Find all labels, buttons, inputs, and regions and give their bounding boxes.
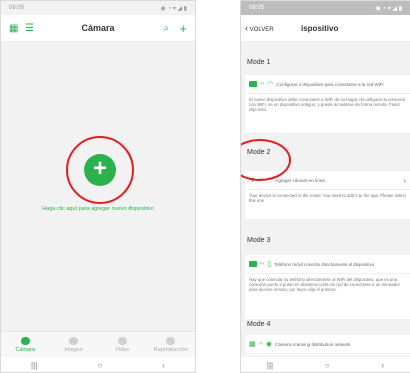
recents-button[interactable]: ||| — [31, 361, 37, 370]
back-label: VOLVER — [249, 27, 274, 33]
wifi-icon: ◠ — [267, 81, 274, 88]
camera-icon — [249, 261, 257, 267]
mode-2-description: Your device is connected to the router. … — [249, 193, 406, 203]
system-nav: ||| ○ ‹ — [241, 357, 410, 372]
mode-1-description: El nuevo dispositivo debe conectarse a W… — [249, 97, 406, 112]
nav-video[interactable]: Vídeo — [98, 332, 147, 358]
camera-lens-icon: ◉ — [265, 341, 273, 348]
nav-playback[interactable]: Reproducción — [147, 332, 196, 358]
phone-icon: ▯ — [267, 261, 272, 268]
link-icon: ∞ — [260, 81, 265, 87]
status-time: 08:05 — [249, 5, 265, 11]
chevron-left-icon: ‹ — [245, 23, 248, 33]
status-time: 08:05 — [9, 5, 25, 11]
back-button[interactable]: ‹ — [162, 361, 165, 370]
playback-icon — [166, 337, 176, 345]
camera-icon — [20, 337, 30, 345]
camera-screen: 08:05 ◉ ◔ ▾ ◢ ▮ ▦ ☰ Cámara ⌕ + + Haga cl… — [0, 0, 196, 373]
video-icon — [117, 337, 127, 345]
add-device-mode-screen: 08:05 ◉ ◔ ▾ ◢ ▮ ‹ VOLVER ispositivo Mode… — [240, 0, 410, 373]
qr-code-icon: ▦ — [249, 341, 256, 348]
mode-3-card[interactable]: ∞ ▯ Teléfono móvil conecta directamente … — [245, 255, 410, 319]
mode-1-card[interactable]: ∞ ◠ Configurar o dispositivo para conect… — [245, 75, 410, 133]
status-icons: ◉ ◔ ▾ ◢ ▮ — [160, 5, 187, 12]
mode-3-header: Mode 3 — [247, 237, 271, 244]
mode-1-header: Mode 1 — [247, 59, 271, 66]
mode-4-row[interactable]: ▦ ∞ ◉ Camera scanning distribution netwo… — [245, 335, 410, 354]
mode-4-card[interactable]: ▦ ∞ ◉ Camera scanning distribution netwo… — [245, 335, 410, 355]
home-button[interactable]: ○ — [97, 361, 102, 370]
page-title: ispositivo — [301, 23, 339, 33]
home-button[interactable]: ○ — [325, 361, 330, 370]
mode-4-header: Mode 4 — [247, 321, 271, 328]
system-nav: ||| ○ ‹ — [1, 357, 195, 372]
mode-3-row[interactable]: ∞ ▯ Teléfono móvil conecta directamente … — [245, 255, 410, 274]
app-bar: ‹ VOLVER ispositivo — [241, 15, 410, 42]
status-icons: ◉ ◔ ▾ ◢ ▮ — [375, 5, 402, 12]
camera-icon — [249, 81, 257, 87]
back-button[interactable]: ‹ — [381, 361, 384, 370]
status-bar: 08:05 ◉ ◔ ▾ ◢ ▮ — [241, 1, 410, 15]
add-icon[interactable]: + — [179, 21, 187, 36]
nav-image[interactable]: Imagen — [50, 332, 99, 358]
chevron-right-icon: › — [403, 175, 406, 185]
app-bar: ▦ ☰ Cámara ⌕ + — [1, 15, 195, 42]
link-icon: ∞ — [258, 341, 263, 347]
annotation-circle — [66, 136, 134, 204]
back-link[interactable]: ‹ VOLVER — [245, 23, 274, 33]
image-icon — [69, 337, 79, 345]
status-bar: 08:05 ◉ ◔ ▾ ◢ ▮ — [1, 1, 195, 15]
mode-3-description: Hay que conectar su teléfono directament… — [249, 277, 400, 292]
recents-button[interactable]: ||| — [267, 361, 273, 370]
search-icon[interactable]: ⌕ — [163, 23, 169, 34]
nav-camera[interactable]: Cámara — [1, 332, 50, 358]
bottom-nav: Cámara Imagen Vídeo Reproducción — [1, 331, 195, 358]
link-icon: ∞ — [260, 261, 265, 267]
mode-1-row[interactable]: ∞ ◠ Configurar o dispositivo para conect… — [245, 75, 410, 94]
add-device-hint[interactable]: Haga clic aquí para agregar nuevo dispos… — [1, 206, 195, 212]
